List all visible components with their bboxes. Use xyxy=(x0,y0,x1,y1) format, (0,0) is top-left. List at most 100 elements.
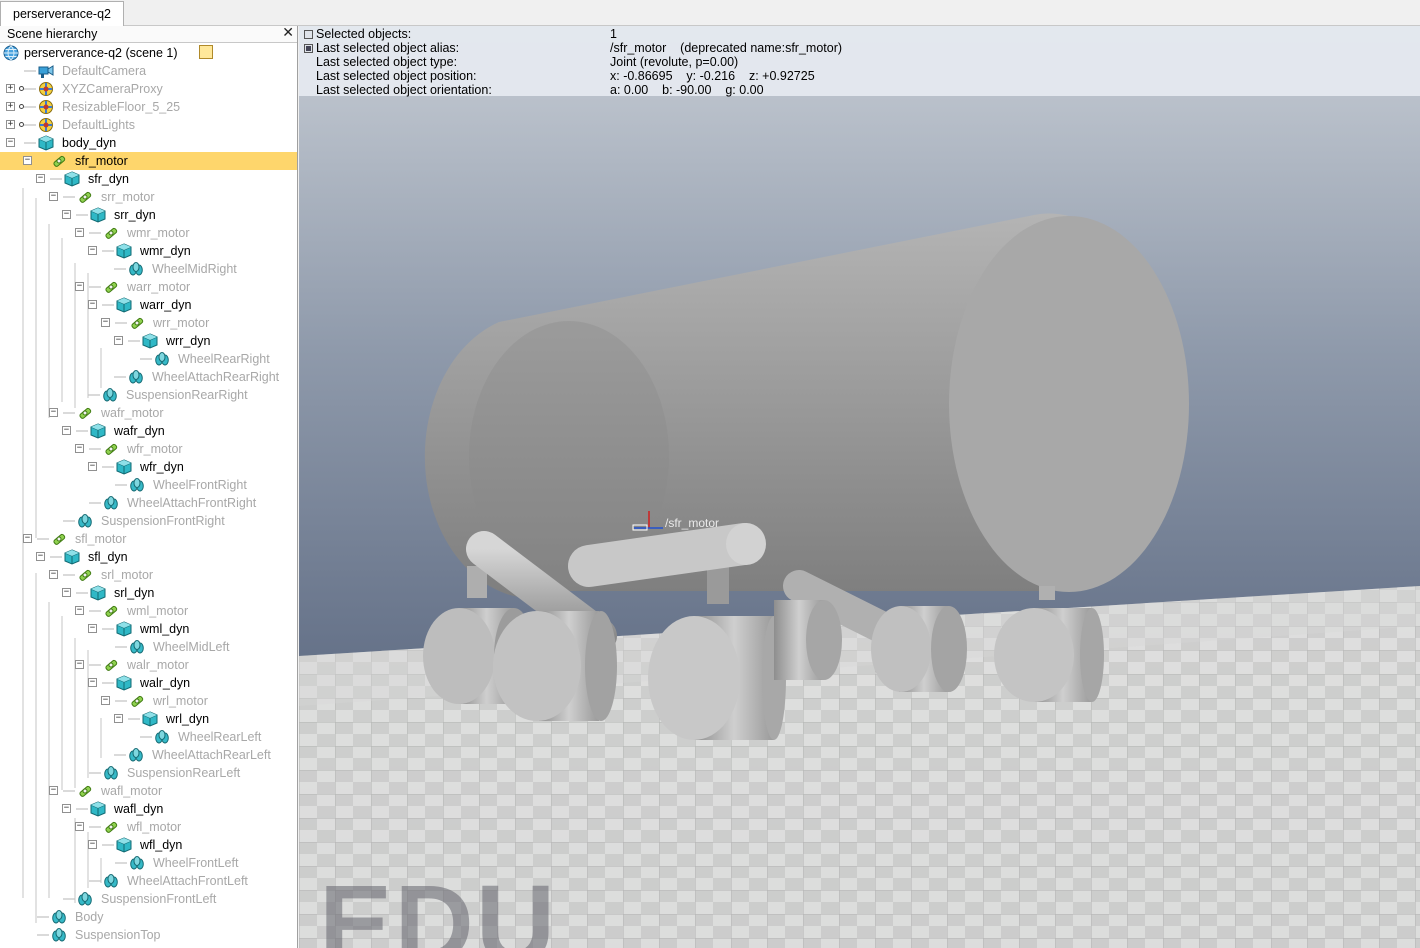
expand-icon[interactable]: + xyxy=(6,84,15,93)
collapse-icon[interactable]: − xyxy=(88,678,97,687)
tree-item-warr-dyn[interactable]: − warr_dyn xyxy=(0,296,297,314)
tree-item-wheelattachrearright[interactable]: WheelAttachRearRight xyxy=(0,368,297,386)
tree-item-suspensionrearleft[interactable]: SuspensionRearLeft xyxy=(0,764,297,782)
collapse-icon[interactable]: − xyxy=(49,570,58,579)
tree-item-suspensiontop[interactable]: SuspensionTop xyxy=(0,926,297,944)
tree-item-wheelattachfrontright[interactable]: WheelAttachFrontRight xyxy=(0,494,297,512)
tree-item-wheelattachfrontleft[interactable]: WheelAttachFrontLeft xyxy=(0,872,297,890)
collapse-icon[interactable]: − xyxy=(49,408,58,417)
visibility-dot-icon[interactable] xyxy=(19,104,24,109)
collapse-icon[interactable]: − xyxy=(23,534,32,543)
tree-item-wrl-motor[interactable]: − wrl_motor xyxy=(0,692,297,710)
tree-item-label: wml_dyn xyxy=(140,622,190,636)
tree-item-wafl-motor[interactable]: − wafl_motor xyxy=(0,782,297,800)
tree-item-wrr-motor[interactable]: − wrr_motor xyxy=(0,314,297,332)
visibility-dot-icon[interactable] xyxy=(19,122,24,127)
collapse-icon[interactable]: − xyxy=(62,426,71,435)
tree-item-wheelrearright[interactable]: WheelRearRight xyxy=(0,350,297,368)
tree-item-wrl-dyn[interactable]: − wrl_dyn xyxy=(0,710,297,728)
tree-item-wmr-motor[interactable]: − wmr_motor xyxy=(0,224,297,242)
wheel-front-right[interactable] xyxy=(994,608,1104,702)
tree-item-wafr-dyn[interactable]: − wafr_dyn xyxy=(0,422,297,440)
scene-tab[interactable]: perserverance-q2 xyxy=(0,1,124,26)
collapse-icon[interactable]: − xyxy=(88,300,97,309)
tree-item-wfr-motor[interactable]: − wfr_motor xyxy=(0,440,297,458)
collapse-icon[interactable]: − xyxy=(62,588,71,597)
collapse-icon[interactable]: − xyxy=(114,714,123,723)
collapse-icon[interactable]: − xyxy=(75,660,84,669)
tree-item-wheelfrontright[interactable]: WheelFrontRight xyxy=(0,476,297,494)
collapse-info-icon[interactable] xyxy=(304,30,313,39)
tree-item-wheelfrontleft[interactable]: WheelFrontLeft xyxy=(0,854,297,872)
collapse-icon[interactable]: − xyxy=(6,138,15,147)
tree-item-wfr-dyn[interactable]: − wfr_dyn xyxy=(0,458,297,476)
tree-item-sfl-motor[interactable]: − sfl_motor xyxy=(0,530,297,548)
tree-item-suspensionfrontright[interactable]: SuspensionFrontRight xyxy=(0,512,297,530)
tree-item-srl-dyn[interactable]: − srl_dyn xyxy=(0,584,297,602)
wheel-front-left[interactable] xyxy=(648,616,786,740)
tree-item-wmr-dyn[interactable]: − wmr_dyn xyxy=(0,242,297,260)
expand-icon[interactable]: + xyxy=(6,102,15,111)
tree-item-wheelrearleft[interactable]: WheelRearLeft xyxy=(0,728,297,746)
tree-item-wfl-motor[interactable]: − wfl_motor xyxy=(0,818,297,836)
tree-item-sfl-dyn[interactable]: − sfl_dyn xyxy=(0,548,297,566)
tree-item-wheelmidleft[interactable]: WheelMidLeft xyxy=(0,638,297,656)
tree-item-wml-motor[interactable]: − wml_motor xyxy=(0,602,297,620)
scene-script-icon[interactable] xyxy=(199,45,213,59)
visibility-dot-icon[interactable] xyxy=(19,86,24,91)
wheel-rear-right[interactable] xyxy=(774,600,842,680)
tree-item-suspensionrearright[interactable]: SuspensionRearRight xyxy=(0,386,297,404)
collapse-icon[interactable]: − xyxy=(88,462,97,471)
shape-icon xyxy=(128,747,144,763)
tree-item-wml-dyn[interactable]: − wml_dyn xyxy=(0,620,297,638)
tree-item-defaultlights[interactable]: + DefaultLights xyxy=(0,116,297,134)
collapse-icon[interactable]: − xyxy=(75,444,84,453)
tree-item-body-dyn[interactable]: − body_dyn xyxy=(0,134,297,152)
3d-viewport[interactable]: /sfr_motor Selected objects: 1 Last select… xyxy=(299,26,1420,948)
collapse-icon[interactable]: − xyxy=(36,174,45,183)
toggle-info-icon[interactable] xyxy=(304,44,313,53)
collapse-icon[interactable]: − xyxy=(49,192,58,201)
tree-item-wafl-dyn[interactable]: − wafl_dyn xyxy=(0,800,297,818)
tree-item-body[interactable]: Body xyxy=(0,908,297,926)
wheel-mid-right[interactable] xyxy=(871,606,967,692)
collapse-icon[interactable]: − xyxy=(101,318,110,327)
tree-item-resizablefloor-5-25[interactable]: + ResizableFloor_5_25 xyxy=(0,98,297,116)
tree-item-wrr-dyn[interactable]: − wrr_dyn xyxy=(0,332,297,350)
collapse-icon[interactable]: − xyxy=(101,696,110,705)
collapse-icon[interactable]: − xyxy=(88,624,97,633)
collapse-icon[interactable]: − xyxy=(62,804,71,813)
collapse-icon[interactable]: − xyxy=(75,228,84,237)
tree-item-suspensionfrontleft[interactable]: SuspensionFrontLeft xyxy=(0,890,297,908)
tree-item-wheelmidright[interactable]: WheelMidRight xyxy=(0,260,297,278)
collapse-icon[interactable]: − xyxy=(36,552,45,561)
collapse-icon[interactable]: − xyxy=(49,786,58,795)
scene-render[interactable]: /sfr_motor xyxy=(299,26,1420,948)
cuboid-icon xyxy=(90,207,106,223)
tree-item-srr-motor[interactable]: − srr_motor xyxy=(0,188,297,206)
collapse-icon[interactable]: − xyxy=(88,246,97,255)
tree-item-srr-dyn[interactable]: − srr_dyn xyxy=(0,206,297,224)
collapse-icon[interactable]: − xyxy=(75,822,84,831)
tree-item-warr-motor[interactable]: − warr_motor xyxy=(0,278,297,296)
tree-item-wheelattachrearleft[interactable]: WheelAttachRearLeft xyxy=(0,746,297,764)
tree-item-sfr-motor[interactable]: − sfr_motor xyxy=(0,152,297,170)
collapse-icon[interactable]: − xyxy=(88,840,97,849)
tree-item-sfr-dyn[interactable]: − sfr_dyn xyxy=(0,170,297,188)
tree-item-wfl-dyn[interactable]: − wfl_dyn xyxy=(0,836,297,854)
tree-item-srl-motor[interactable]: − srl_motor xyxy=(0,566,297,584)
collapse-icon[interactable]: − xyxy=(75,282,84,291)
close-icon[interactable]: ✕ xyxy=(282,26,294,41)
tree-item-wafr-motor[interactable]: − wafr_motor xyxy=(0,404,297,422)
tree-item-walr-motor[interactable]: − walr_motor xyxy=(0,656,297,674)
tree-item-defaultcamera[interactable]: DefaultCamera xyxy=(0,62,297,80)
collapse-icon[interactable]: − xyxy=(114,336,123,345)
collapse-icon[interactable]: − xyxy=(62,210,71,219)
collapse-icon[interactable]: − xyxy=(23,156,32,165)
tree-item-walr-dyn[interactable]: − walr_dyn xyxy=(0,674,297,692)
collapse-icon[interactable]: − xyxy=(75,606,84,615)
expand-icon[interactable]: + xyxy=(6,120,15,129)
tree-root-scene[interactable]: perserverance-q2 (scene 1) xyxy=(0,44,297,62)
tree-item-xyzcameraproxy[interactable]: + XYZCameraProxy xyxy=(0,80,297,98)
wheel-mid-left[interactable] xyxy=(493,611,617,721)
